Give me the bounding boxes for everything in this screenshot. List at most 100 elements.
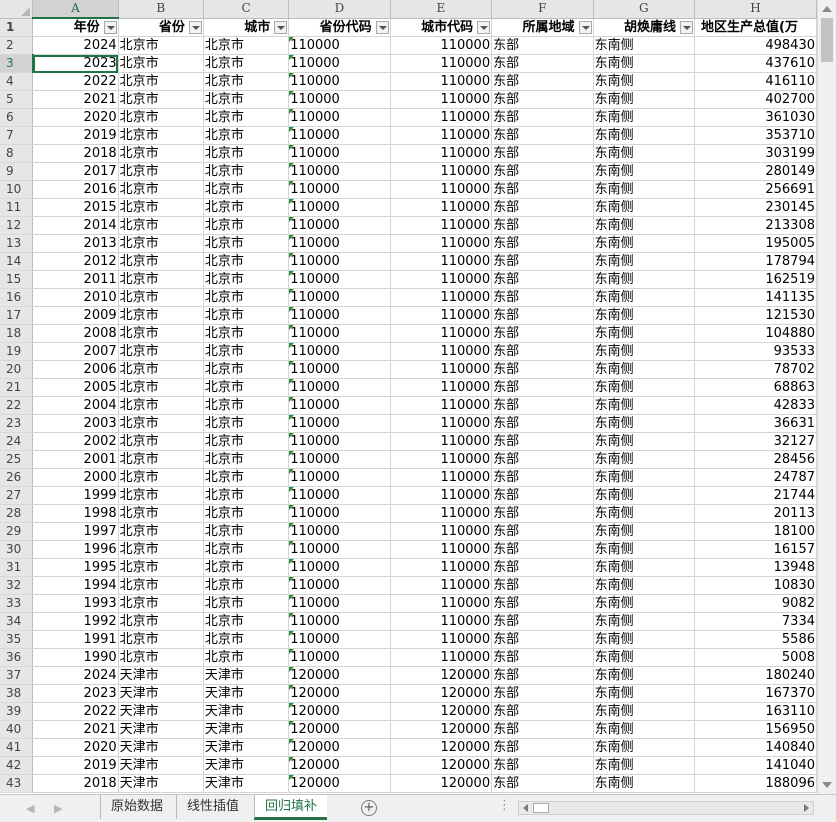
cell[interactable]: 110000	[288, 216, 391, 235]
cell[interactable]: 110000	[390, 90, 493, 109]
scroll-up-icon[interactable]	[822, 6, 832, 12]
cell[interactable]: 北京市	[203, 252, 290, 271]
cell[interactable]: 32127	[694, 432, 817, 451]
row-number[interactable]: 2	[0, 36, 34, 55]
cell[interactable]: 110000	[390, 54, 493, 73]
cell[interactable]: 2012	[32, 252, 119, 271]
row-number[interactable]: 6	[0, 108, 34, 127]
row-number[interactable]: 23	[0, 414, 34, 433]
cell[interactable]: 北京市	[118, 216, 204, 235]
scroll-left-icon[interactable]	[523, 804, 528, 812]
cell[interactable]: 东南侧	[593, 90, 696, 109]
cell[interactable]: 北京市	[118, 324, 204, 343]
cell[interactable]: 36631	[694, 414, 817, 433]
cell[interactable]: 北京市	[203, 342, 290, 361]
row-number[interactable]: 24	[0, 432, 34, 451]
cell[interactable]: 北京市	[203, 180, 290, 199]
cell[interactable]: 东南侧	[593, 774, 696, 793]
cell[interactable]: 110000	[390, 36, 493, 55]
cell[interactable]: 东部	[491, 666, 594, 685]
cell[interactable]: 2024	[32, 666, 119, 685]
cell[interactable]: 110000	[390, 540, 493, 559]
cell[interactable]: 东部	[491, 36, 594, 55]
cell[interactable]: 110000	[288, 90, 391, 109]
cell[interactable]: 2001	[32, 450, 119, 469]
cell[interactable]: 东南侧	[593, 162, 696, 181]
row-number[interactable]: 22	[0, 396, 34, 415]
cell[interactable]: 东南侧	[593, 684, 696, 703]
cell[interactable]: 110000	[390, 594, 493, 613]
column-header-H[interactable]: H	[694, 0, 817, 19]
cell[interactable]: 110000	[288, 414, 391, 433]
cell[interactable]: 110000	[390, 630, 493, 649]
cell[interactable]: 东部	[491, 450, 594, 469]
cell[interactable]: 北京市	[203, 540, 290, 559]
cell[interactable]: 东部	[491, 270, 594, 289]
cell[interactable]: 402700	[694, 90, 817, 109]
cell[interactable]: 13948	[694, 558, 817, 577]
cell[interactable]: 东部	[491, 108, 594, 127]
cell[interactable]: 230145	[694, 198, 817, 217]
cell[interactable]: 7334	[694, 612, 817, 631]
cell[interactable]: 北京市	[203, 72, 290, 91]
row-number[interactable]: 33	[0, 594, 34, 613]
cell[interactable]: 178794	[694, 252, 817, 271]
cell[interactable]: 110000	[288, 270, 391, 289]
cell[interactable]: 110000	[390, 648, 493, 667]
cell[interactable]: 东部	[491, 630, 594, 649]
cell[interactable]: 2019	[32, 126, 119, 145]
cell[interactable]: 北京市	[118, 612, 204, 631]
cell[interactable]: 北京市	[118, 486, 204, 505]
cell[interactable]: 110000	[288, 648, 391, 667]
cell[interactable]: 天津市	[203, 738, 290, 757]
cell[interactable]: 120000	[288, 720, 391, 739]
cell[interactable]: 北京市	[118, 342, 204, 361]
row-number[interactable]: 32	[0, 576, 34, 595]
cell[interactable]: 东南侧	[593, 756, 696, 775]
cell[interactable]: 东南侧	[593, 360, 696, 379]
cell[interactable]: 162519	[694, 270, 817, 289]
cell[interactable]: 1991	[32, 630, 119, 649]
header-cell[interactable]: 地区生产总值(万	[694, 18, 817, 37]
row-number[interactable]: 35	[0, 630, 34, 649]
cell[interactable]: 东部	[491, 594, 594, 613]
cell[interactable]: 北京市	[203, 612, 290, 631]
cell[interactable]: 1992	[32, 612, 119, 631]
cell[interactable]: 东部	[491, 72, 594, 91]
cell[interactable]: 北京市	[118, 108, 204, 127]
cell[interactable]: 110000	[288, 450, 391, 469]
cell[interactable]: 120000	[390, 738, 493, 757]
cell[interactable]: 东南侧	[593, 36, 696, 55]
cell[interactable]: 北京市	[118, 306, 204, 325]
cell[interactable]: 天津市	[203, 666, 290, 685]
cell[interactable]: 110000	[288, 36, 391, 55]
cell[interactable]: 437610	[694, 54, 817, 73]
cell[interactable]: 110000	[390, 468, 493, 487]
cell[interactable]: 110000	[390, 396, 493, 415]
cell[interactable]: 北京市	[203, 522, 290, 541]
cell[interactable]: 东南侧	[593, 504, 696, 523]
cell[interactable]: 28456	[694, 450, 817, 469]
cell[interactable]: 110000	[288, 180, 391, 199]
cell[interactable]: 110000	[288, 306, 391, 325]
cell[interactable]: 188096	[694, 774, 817, 793]
cell[interactable]: 北京市	[118, 180, 204, 199]
cell[interactable]: 110000	[288, 468, 391, 487]
cell[interactable]: 280149	[694, 162, 817, 181]
cell[interactable]: 北京市	[118, 396, 204, 415]
cell[interactable]: 120000	[390, 684, 493, 703]
cell[interactable]: 110000	[288, 396, 391, 415]
row-number[interactable]: 40	[0, 720, 34, 739]
cell[interactable]: 110000	[390, 126, 493, 145]
cell[interactable]: 141040	[694, 756, 817, 775]
cell[interactable]: 东南侧	[593, 270, 696, 289]
cell[interactable]: 东部	[491, 414, 594, 433]
cell[interactable]: 东南侧	[593, 612, 696, 631]
cell[interactable]: 110000	[288, 360, 391, 379]
cell[interactable]: 5008	[694, 648, 817, 667]
cell[interactable]: 21744	[694, 486, 817, 505]
cell[interactable]: 东南侧	[593, 396, 696, 415]
cell[interactable]: 天津市	[118, 684, 204, 703]
cell[interactable]: 东南侧	[593, 576, 696, 595]
cell[interactable]: 北京市	[203, 504, 290, 523]
